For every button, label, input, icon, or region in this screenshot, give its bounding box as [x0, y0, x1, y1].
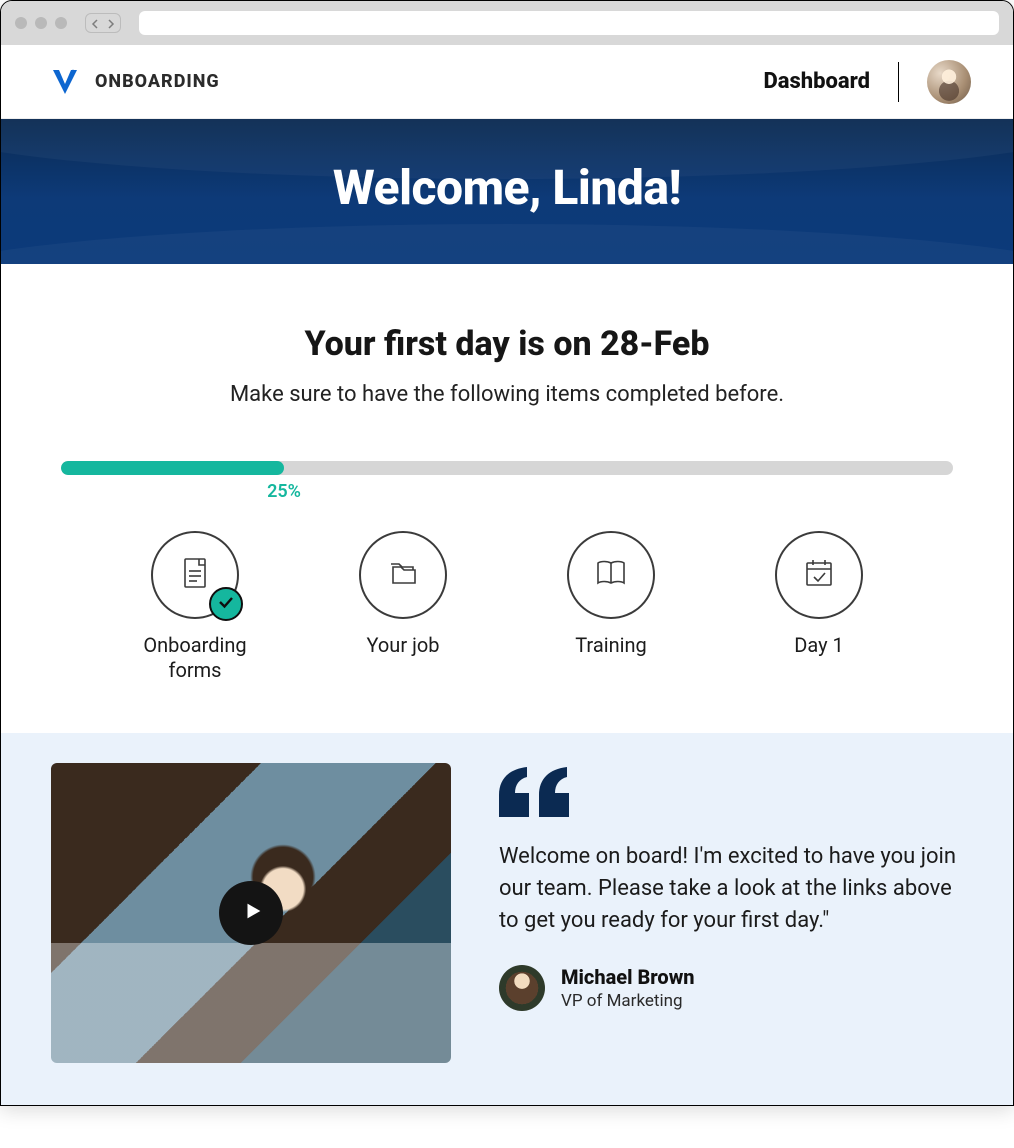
hero-banner: Welcome, Linda! — [1, 119, 1013, 264]
welcome-video-thumbnail[interactable] — [51, 763, 451, 1063]
traffic-light-zoom[interactable] — [55, 17, 67, 29]
progress-bar: 25% — [61, 461, 953, 475]
check-icon — [216, 592, 236, 616]
step-circle — [775, 531, 863, 619]
quote-body: Welcome on board! I'm excited to have yo… — [499, 763, 963, 1011]
author-avatar — [499, 965, 545, 1011]
step-label: Onboarding forms — [143, 633, 246, 683]
user-avatar[interactable] — [927, 60, 971, 104]
step-label: Training — [575, 633, 647, 658]
browser-nav-arrows — [85, 13, 121, 33]
quote-author: Michael Brown VP of Marketing — [499, 965, 963, 1011]
step-day-1[interactable]: Day 1 — [735, 531, 903, 683]
author-name: Michael Brown — [561, 965, 695, 989]
quote-text: Welcome on board! I'm excited to have yo… — [499, 841, 963, 937]
steps-row: Onboarding forms Your job — [61, 531, 953, 683]
dashboard-link[interactable]: Dashboard — [763, 69, 870, 94]
step-training[interactable]: Training — [527, 531, 695, 683]
topbar-divider — [898, 62, 899, 102]
topbar: ONBOARDING Dashboard — [1, 45, 1013, 119]
folder-icon — [383, 553, 423, 597]
brand-logo-icon — [49, 66, 81, 98]
first-day-subtext: Make sure to have the following items co… — [61, 382, 953, 407]
document-icon — [175, 553, 215, 597]
traffic-light-minimize[interactable] — [35, 17, 47, 29]
welcome-heading: Welcome, Linda! — [21, 159, 993, 216]
brand[interactable]: ONBOARDING — [49, 66, 220, 98]
step-label: Day 1 — [794, 633, 844, 658]
step-label: Your job — [367, 633, 440, 658]
step-onboarding-forms[interactable]: Onboarding forms — [111, 531, 279, 683]
progress-percent-label: 25% — [267, 481, 301, 502]
browser-forward-icon[interactable] — [106, 14, 116, 33]
step-circle — [567, 531, 655, 619]
brand-name: ONBOARDING — [95, 71, 220, 92]
browser-back-icon[interactable] — [90, 14, 100, 33]
step-complete-badge — [209, 587, 243, 621]
welcome-quote-section: Welcome on board! I'm excited to have yo… — [1, 733, 1013, 1105]
book-icon — [591, 553, 631, 597]
step-your-job[interactable]: Your job — [319, 531, 487, 683]
topbar-right: Dashboard — [763, 60, 971, 104]
browser-chrome — [1, 1, 1013, 45]
first-day-heading: Your first day is on 28-Feb — [61, 324, 953, 364]
progress-fill — [61, 461, 284, 475]
browser-url-bar[interactable] — [139, 11, 999, 35]
app-root: ONBOARDING Dashboard Welcome, Linda! You… — [1, 45, 1013, 1105]
first-day-section: Your first day is on 28-Feb Make sure to… — [1, 264, 1013, 733]
step-circle — [151, 531, 239, 619]
traffic-light-close[interactable] — [15, 17, 27, 29]
video-play-button[interactable] — [219, 881, 283, 945]
step-circle — [359, 531, 447, 619]
calendar-icon — [799, 553, 839, 597]
play-icon — [238, 900, 264, 926]
browser-window: ONBOARDING Dashboard Welcome, Linda! You… — [0, 0, 1014, 1106]
quote-mark-icon — [499, 767, 963, 821]
author-title: VP of Marketing — [561, 991, 695, 1011]
progress-track — [61, 461, 953, 475]
